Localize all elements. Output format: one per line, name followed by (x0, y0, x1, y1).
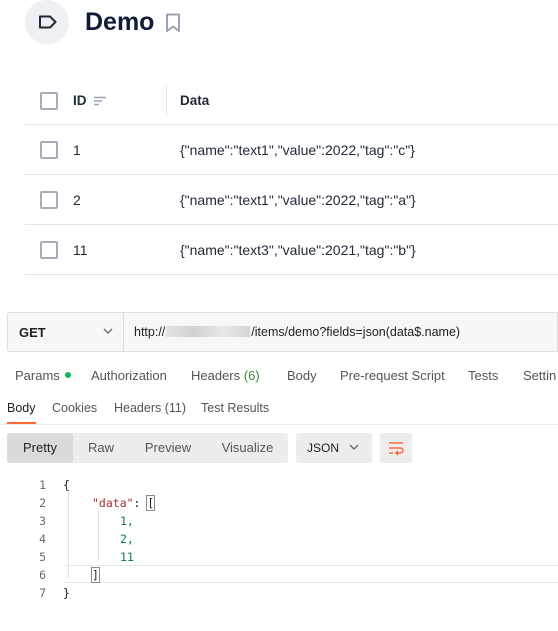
tab-test-results[interactable]: Test Results (201, 401, 269, 415)
table-row[interactable]: 11 {"name":"text3","value":2021,"tag":"b… (25, 225, 558, 275)
tab-params[interactable]: Params (15, 368, 71, 383)
format-select[interactable]: JSON (296, 433, 372, 463)
code-close-bracket: ] (91, 567, 100, 583)
tag-icon (39, 15, 57, 29)
line-number: 5 (39, 550, 46, 564)
wrap-lines-icon (389, 442, 404, 456)
row-checkbox[interactable] (40, 141, 58, 159)
params-active-dot (64, 372, 71, 378)
format-label: JSON (307, 441, 340, 455)
table-row[interactable]: 2 {"name":"text1","value":2022,"tag":"a"… (25, 175, 558, 225)
cell-id: 1 (73, 142, 81, 158)
redacted-host (166, 326, 251, 337)
line-number: 6 (39, 568, 46, 582)
data-table: ID Data 1 {"name":"text1","value":2022,"… (25, 76, 558, 275)
code-close-brace: } (63, 586, 70, 600)
line-number: 2 (39, 496, 46, 510)
cell-data: {"name":"text1","value":2022,"tag":"c"} (180, 142, 415, 158)
code-line: "data": [ (92, 495, 156, 511)
view-visualize[interactable]: Visualize (207, 433, 288, 463)
sort-icon[interactable] (93, 96, 107, 106)
url-input[interactable]: http:// /items/demo?fields=json(data$.nam… (134, 325, 460, 339)
tab-response-body[interactable]: Body (7, 401, 36, 415)
method-select[interactable]: GET (8, 313, 124, 351)
chevron-down-icon (103, 328, 113, 334)
table-row[interactable]: 1 {"name":"text1","value":2022,"tag":"c"… (25, 125, 558, 175)
json-value: 11 (120, 550, 134, 564)
line-number: 7 (39, 586, 46, 600)
tab-pre-request-script[interactable]: Pre-request Script (340, 368, 445, 383)
line-number: 1 (39, 478, 46, 492)
wrap-lines-button[interactable] (380, 433, 412, 463)
row-checkbox[interactable] (40, 241, 58, 259)
indent-guide (98, 510, 99, 562)
url-path: /items/demo?fields=json(data$.name) (251, 325, 461, 339)
view-raw[interactable]: Raw (73, 433, 129, 463)
view-pretty[interactable]: Pretty (7, 433, 73, 463)
tab-settings[interactable]: Settin (523, 368, 556, 383)
json-value: 2, (120, 532, 134, 546)
collection-icon-badge (25, 0, 69, 44)
column-header-id[interactable]: ID (73, 93, 87, 108)
tab-tests[interactable]: Tests (468, 368, 498, 383)
response-body-code[interactable]: 1 2 3 4 5 6 7 { "data": [ 1, 2, 11 ] } (0, 476, 558, 606)
column-header-data[interactable]: Data (180, 93, 209, 108)
request-bar: GET http:// /items/demo?fields=json(data$… (7, 312, 558, 352)
current-line-highlight (63, 565, 558, 583)
column-divider[interactable] (166, 86, 167, 116)
code-open-brace: { (63, 478, 70, 492)
indent-guide (68, 492, 69, 578)
matched-bracket: [ (146, 495, 156, 511)
table-header-row: ID Data (25, 76, 558, 125)
matched-bracket: ] (91, 567, 100, 583)
tab-response-headers[interactable]: Headers (11) (114, 401, 186, 415)
select-all-checkbox[interactable] (40, 92, 58, 110)
url-prefix: http:// (134, 325, 166, 339)
bookmark-icon[interactable] (165, 13, 181, 33)
cell-data: {"name":"text1","value":2022,"tag":"a"} (180, 192, 416, 208)
row-checkbox[interactable] (40, 191, 58, 209)
cell-id: 11 (73, 242, 88, 258)
view-preview[interactable]: Preview (129, 433, 207, 463)
tab-authorization[interactable]: Authorization (91, 368, 167, 383)
cell-data: {"name":"text3","value":2021,"tag":"b"} (180, 242, 416, 258)
json-value: 1, (120, 514, 134, 528)
tab-body[interactable]: Body (287, 368, 317, 383)
tab-headers[interactable]: Headers (6) (191, 368, 260, 383)
line-number: 4 (39, 532, 46, 546)
tab-cookies[interactable]: Cookies (52, 401, 97, 415)
line-number: 3 (39, 514, 46, 528)
chevron-down-icon (349, 444, 359, 450)
cell-id: 2 (73, 192, 81, 208)
divider (0, 424, 558, 425)
page-title: Demo (85, 8, 155, 36)
view-mode-selector: Pretty Raw Preview Visualize (7, 433, 288, 463)
method-label: GET (19, 325, 46, 340)
json-key: "data" (92, 496, 134, 510)
